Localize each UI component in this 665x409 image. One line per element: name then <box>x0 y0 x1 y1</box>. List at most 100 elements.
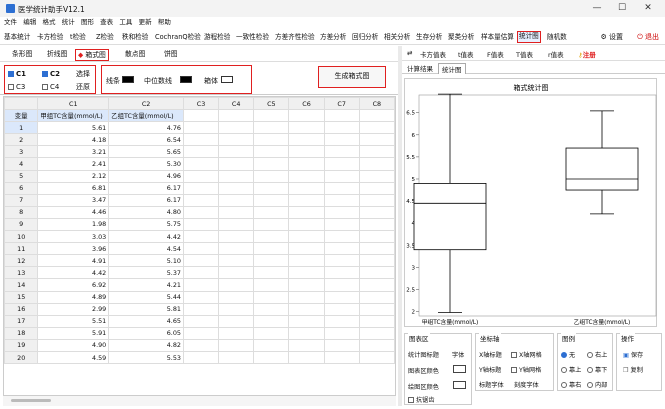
empty-cell[interactable] <box>323 338 360 352</box>
empty-cell[interactable] <box>358 338 395 352</box>
empty-cell[interactable] <box>218 121 255 135</box>
empty-cell[interactable] <box>253 169 290 183</box>
tool-z-test[interactable]: Z检验 <box>96 31 114 43</box>
c1-value-cell[interactable]: 4.46 <box>37 205 110 219</box>
empty-cell[interactable] <box>253 290 290 304</box>
tool-regression[interactable]: 回归分析 <box>352 31 378 43</box>
empty-cell[interactable] <box>182 290 220 304</box>
c1-value-cell[interactable]: 5.91 <box>37 326 110 340</box>
empty-cell[interactable] <box>253 193 290 207</box>
checkbox-c2[interactable]: C2 <box>42 70 60 78</box>
empty-cell[interactable] <box>253 266 290 280</box>
maximize-button[interactable]: ☐ <box>612 2 632 15</box>
empty-cell[interactable] <box>182 145 220 159</box>
empty-cell[interactable] <box>253 314 290 328</box>
c2-value-cell[interactable]: 5.65 <box>108 145 184 159</box>
legend-bottom-radio[interactable]: 靠下 <box>587 365 607 374</box>
empty-cell[interactable] <box>288 314 325 328</box>
c2-value-cell[interactable]: 4.82 <box>108 338 184 352</box>
settings-button[interactable]: ⚙ 设置 <box>600 32 623 42</box>
legend-none-radio[interactable]: 无 <box>561 350 575 359</box>
empty-cell[interactable] <box>253 157 290 171</box>
median-color-swatch[interactable] <box>180 76 192 83</box>
c1-value-cell[interactable]: 4.91 <box>37 254 110 268</box>
empty-cell[interactable] <box>323 217 360 232</box>
empty-cell[interactable] <box>218 109 255 123</box>
plot-area-color-swatch[interactable] <box>453 381 466 389</box>
c2-value-cell[interactable]: 4.65 <box>108 314 184 328</box>
empty-cell[interactable] <box>218 169 255 183</box>
empty-cell[interactable] <box>323 266 360 280</box>
copy-button[interactable]: ❐ 复制 <box>623 365 643 374</box>
x-grid-checkbox[interactable]: X轴网格 <box>511 350 542 359</box>
empty-cell[interactable] <box>288 230 325 244</box>
tab-pie[interactable]: 饼图 <box>164 49 178 61</box>
empty-cell[interactable] <box>288 217 325 232</box>
tab-results[interactable]: 计算结果 <box>404 63 436 73</box>
empty-cell[interactable] <box>358 217 395 232</box>
tab-t-table[interactable]: t值表 <box>458 49 474 59</box>
empty-cell[interactable] <box>182 254 220 268</box>
c2-value-cell[interactable]: 5.10 <box>108 254 184 268</box>
empty-cell[interactable] <box>323 314 360 328</box>
var-name-cell[interactable]: 甲组TC含量(mmol/L) <box>37 109 110 123</box>
row-number-cell[interactable]: 7 <box>4 193 39 207</box>
c1-value-cell[interactable]: 5.51 <box>37 314 110 328</box>
empty-cell[interactable] <box>288 181 325 195</box>
tool-t-test[interactable]: t检验 <box>70 31 86 43</box>
checkbox-c1[interactable]: C1 <box>8 70 26 78</box>
c2-value-cell[interactable]: 6.17 <box>108 181 184 195</box>
c2-value-cell[interactable]: 4.21 <box>108 278 184 292</box>
empty-cell[interactable] <box>218 254 255 268</box>
empty-cell[interactable] <box>323 350 360 365</box>
menu-help[interactable]: 帮助 <box>158 17 171 28</box>
empty-cell[interactable] <box>182 302 220 316</box>
row-number-cell[interactable]: 19 <box>4 338 39 352</box>
checkbox-c3[interactable]: C3 <box>8 83 25 91</box>
c1-value-cell[interactable]: 6.92 <box>37 278 110 292</box>
menu-graph[interactable]: 图形 <box>81 17 94 28</box>
row-number-cell[interactable]: 20 <box>4 350 39 365</box>
empty-cell[interactable] <box>323 290 360 304</box>
empty-cell[interactable] <box>182 205 220 219</box>
row-number-cell[interactable]: 1 <box>4 121 39 135</box>
c1-value-cell[interactable]: 2.41 <box>37 157 110 171</box>
empty-cell[interactable] <box>288 193 325 207</box>
tool-sample-size[interactable]: 样本量估算 <box>481 31 514 43</box>
empty-cell[interactable] <box>358 242 395 256</box>
empty-cell[interactable] <box>253 350 290 365</box>
empty-cell[interactable] <box>358 290 395 304</box>
empty-cell[interactable] <box>323 254 360 268</box>
title-font-setting[interactable]: 标题字体 <box>479 380 504 389</box>
swap-icon[interactable]: ⇄ <box>407 49 412 57</box>
menu-format[interactable]: 格式 <box>42 17 55 28</box>
close-button[interactable]: ✕ <box>638 2 658 15</box>
row-number-cell[interactable]: 18 <box>4 326 39 340</box>
empty-cell[interactable] <box>323 157 360 171</box>
c1-value-cell[interactable]: 1.98 <box>37 217 110 232</box>
restore-button[interactable]: 还原 <box>76 82 90 92</box>
empty-cell[interactable] <box>288 290 325 304</box>
c2-value-cell[interactable]: 5.44 <box>108 290 184 304</box>
column-header[interactable]: C3 <box>182 97 220 111</box>
c1-value-cell[interactable]: 4.89 <box>37 290 110 304</box>
tool-survival[interactable]: 生存分析 <box>416 31 442 43</box>
empty-cell[interactable] <box>358 326 395 340</box>
menu-stats[interactable]: 统计 <box>62 17 75 28</box>
tool-chi-square[interactable]: 卡方检验 <box>37 31 63 43</box>
exit-button[interactable]: ⏻ 退出 <box>637 32 659 42</box>
empty-cell[interactable] <box>253 254 290 268</box>
generate-box-plot-button[interactable]: 生成箱式图 <box>318 66 386 88</box>
tab-line-chart[interactable]: 折线图 <box>47 49 67 61</box>
c1-value-cell[interactable]: 6.81 <box>37 181 110 195</box>
empty-cell[interactable] <box>288 205 325 219</box>
empty-cell[interactable] <box>182 278 220 292</box>
save-button[interactable]: ▣ 保存 <box>623 350 643 359</box>
legend-right-radio[interactable]: 靠右 <box>561 380 581 389</box>
empty-cell[interactable] <box>323 326 360 340</box>
empty-cell[interactable] <box>218 205 255 219</box>
tool-basic-stats[interactable]: 基本统计 <box>4 31 30 43</box>
empty-cell[interactable] <box>253 338 290 352</box>
c1-value-cell[interactable]: 3.03 <box>37 230 110 244</box>
empty-cell[interactable] <box>253 121 290 135</box>
